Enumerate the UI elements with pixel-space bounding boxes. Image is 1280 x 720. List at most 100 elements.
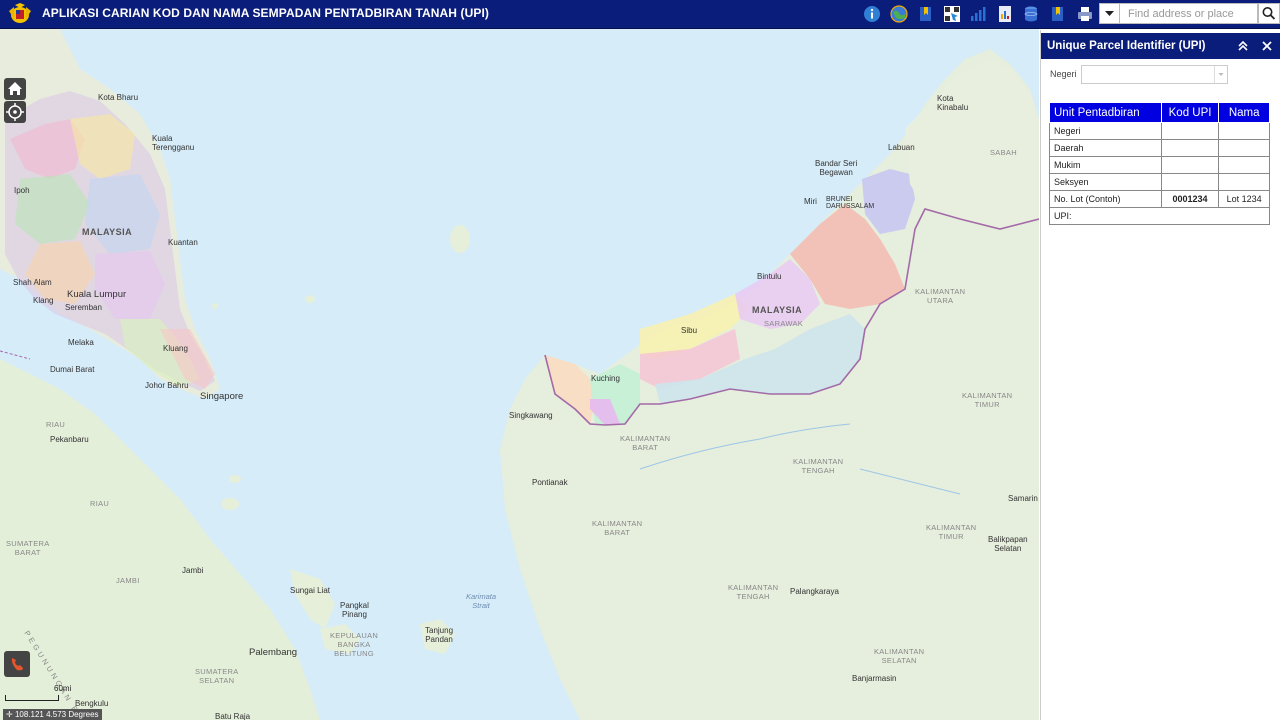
table-row: No. Lot (Contoh) 0001234 Lot 1234 bbox=[1049, 190, 1270, 208]
bookmark-icon[interactable] bbox=[1048, 4, 1068, 24]
home-icon bbox=[8, 82, 22, 95]
nama-cell bbox=[1218, 122, 1270, 140]
row-label: Daerah bbox=[1049, 139, 1162, 157]
map-label-samarinda: Samarin bbox=[1008, 494, 1038, 503]
print-icon[interactable] bbox=[1075, 4, 1095, 24]
map-label-bintulu: Bintulu bbox=[757, 272, 782, 281]
map-label-kota-kinabalu: Kota Kinabalu bbox=[937, 94, 969, 112]
map-label-jambi: Jambi bbox=[182, 566, 204, 575]
nama-cell bbox=[1218, 156, 1270, 174]
kod-upi-cell bbox=[1160, 156, 1220, 174]
scale-label: 60mi bbox=[54, 684, 72, 693]
negeri-select[interactable] bbox=[1081, 65, 1228, 84]
map-label-sumatera-selatan: SUMATERA SELATAN bbox=[195, 667, 239, 685]
upi-table: Unit Pentadbiran Kod UPI Nama Negeri Dae… bbox=[1049, 102, 1270, 225]
malaysia-crest-logo bbox=[9, 3, 31, 23]
globe-icon[interactable] bbox=[889, 4, 909, 24]
map-label-kuching: Kuching bbox=[591, 374, 620, 383]
map-label-kalimantan-selatan: KALIMANTAN SELATAN bbox=[874, 647, 925, 665]
map-label-malaysia-east: MALAYSIA bbox=[752, 305, 803, 315]
bar-chart-icon[interactable] bbox=[968, 4, 988, 24]
map-label-kalimantan-utara: KALIMANTAN UTARA bbox=[915, 287, 966, 305]
nama-cell bbox=[1218, 173, 1270, 191]
map-label-jambi-province: JAMBI bbox=[116, 576, 140, 585]
scale-bar: 60mi bbox=[5, 684, 71, 701]
map-label-riau: RIAU bbox=[46, 420, 66, 429]
header-kod-upi: Kod UPI bbox=[1160, 102, 1220, 123]
row-label: Mukim bbox=[1049, 156, 1162, 174]
kod-upi-cell bbox=[1160, 122, 1220, 140]
map-label-kuantan: Kuantan bbox=[168, 238, 198, 247]
nama-cell: Lot 1234 bbox=[1218, 190, 1270, 208]
map-label-balikpapan: Balikpapan Selatan bbox=[988, 535, 1028, 553]
map-label-shah-alam: Shah Alam bbox=[13, 278, 52, 287]
map-label-klang: Klang bbox=[33, 296, 54, 305]
table-row: UPI: bbox=[1049, 207, 1270, 225]
map-label-kalimantan-tengah-2: KALIMANTAN TENGAH bbox=[728, 583, 779, 601]
coordinate-readout: ✛ 108.121 4.573 Degrees bbox=[3, 709, 102, 720]
kod-upi-cell bbox=[1160, 139, 1220, 157]
info-icon[interactable] bbox=[862, 4, 882, 24]
coordinate-text: 108.121 4.573 Degrees bbox=[14, 710, 99, 719]
map-label-batu-raja: Batu Raja bbox=[215, 712, 251, 720]
database-icon[interactable] bbox=[1021, 4, 1041, 24]
map-label-seremban: Seremban bbox=[65, 303, 102, 312]
crosshair-icon: ✛ bbox=[6, 710, 15, 719]
locate-icon bbox=[6, 103, 24, 121]
home-button[interactable] bbox=[4, 78, 26, 100]
map-label-bandar-seri-begawan: Bandar Seri Begawan bbox=[815, 159, 858, 177]
map-label-singkawang: Singkawang bbox=[509, 411, 553, 420]
search-source-dropdown[interactable] bbox=[1099, 3, 1120, 24]
map-label-miri: Miri bbox=[804, 197, 817, 206]
document-chart-icon[interactable] bbox=[995, 4, 1015, 24]
map-label-karimata-strait: Karimata Strait bbox=[466, 592, 497, 610]
negeri-label: Negeri bbox=[1050, 69, 1077, 79]
upi-result-cell: UPI: bbox=[1049, 207, 1270, 225]
collapse-up-icon[interactable] bbox=[1235, 37, 1251, 55]
map-label-kalimantan-timur-1: KALIMANTAN TIMUR bbox=[962, 391, 1013, 409]
phone-icon bbox=[11, 658, 23, 671]
contact-button[interactable] bbox=[4, 651, 30, 677]
map-view[interactable]: Kota Bharu Kuala Terengganu Ipoh MALAYSI… bbox=[0, 29, 1039, 720]
upi-panel: Unique Parcel Identifier (UPI) Negeri Un… bbox=[1040, 30, 1280, 720]
close-icon[interactable] bbox=[1259, 37, 1275, 55]
map-label-kepulauan-bangka-belitung: KEPULAUAN BANGKA BELITUNG bbox=[330, 631, 379, 658]
map-label-sumatera-barat: SUMATERA BARAT bbox=[6, 539, 50, 557]
search-button[interactable] bbox=[1258, 3, 1280, 24]
search-icon bbox=[1262, 7, 1276, 20]
map-label-banjarmasin: Banjarmasin bbox=[852, 674, 897, 683]
panel-title: Unique Parcel Identifier (UPI) bbox=[1047, 40, 1206, 52]
app-title: APLIKASI CARIAN KOD DAN NAMA SEMPADAN PE… bbox=[42, 6, 489, 20]
bookmark-icon[interactable] bbox=[916, 4, 936, 24]
map-label-palembang: Palembang bbox=[249, 647, 298, 658]
locate-button[interactable] bbox=[4, 101, 26, 123]
address-search-input[interactable] bbox=[1120, 3, 1258, 24]
row-label: Seksyen bbox=[1049, 173, 1162, 191]
basemap bbox=[0, 29, 1039, 720]
qr-map-icon[interactable] bbox=[942, 4, 962, 24]
map-label-kalimantan-barat-1: KALIMANTAN BARAT bbox=[620, 434, 671, 452]
map-label-sabah: SABAH bbox=[990, 148, 1017, 157]
map-label-melaka: Melaka bbox=[68, 338, 94, 347]
map-label-ipoh: Ipoh bbox=[14, 186, 30, 195]
map-label-kalimantan-timur-2: KALIMANTAN TIMUR bbox=[926, 523, 977, 541]
map-label-kalimantan-tengah-1: KALIMANTAN TENGAH bbox=[793, 457, 844, 475]
map-label-labuan: Labuan bbox=[888, 143, 915, 152]
map-label-kalimantan-barat-2: KALIMANTAN BARAT bbox=[592, 519, 643, 537]
map-label-kuala-terengganu: Kuala Terengganu bbox=[152, 134, 195, 152]
map-label-bengkulu: Bengkulu bbox=[75, 699, 109, 708]
map-label-riau-2: RIAU bbox=[90, 499, 110, 508]
kod-upi-cell: 0001234 bbox=[1160, 190, 1220, 208]
map-label-pangkal-pinang: Pangkal Pinang bbox=[340, 601, 369, 619]
map-label-kluang: Kluang bbox=[163, 344, 188, 353]
map-label-brunei: BRUNEI DARUSSALAM bbox=[826, 196, 875, 210]
nama-cell bbox=[1218, 139, 1270, 157]
chevron-down-icon bbox=[1214, 66, 1227, 83]
kod-upi-cell bbox=[1160, 173, 1220, 191]
map-label-palangkaraya: Palangkaraya bbox=[790, 587, 839, 596]
map-label-dumai-barat: Dumai Barat bbox=[50, 365, 95, 374]
map-label-pontianak: Pontianak bbox=[532, 478, 568, 487]
header-unit-pentadbiran: Unit Pentadbiran bbox=[1049, 102, 1162, 123]
map-label-tanjung-pandan: Tanjung Pandan bbox=[425, 626, 454, 644]
app-header: APLIKASI CARIAN KOD DAN NAMA SEMPADAN PE… bbox=[0, 0, 1280, 29]
